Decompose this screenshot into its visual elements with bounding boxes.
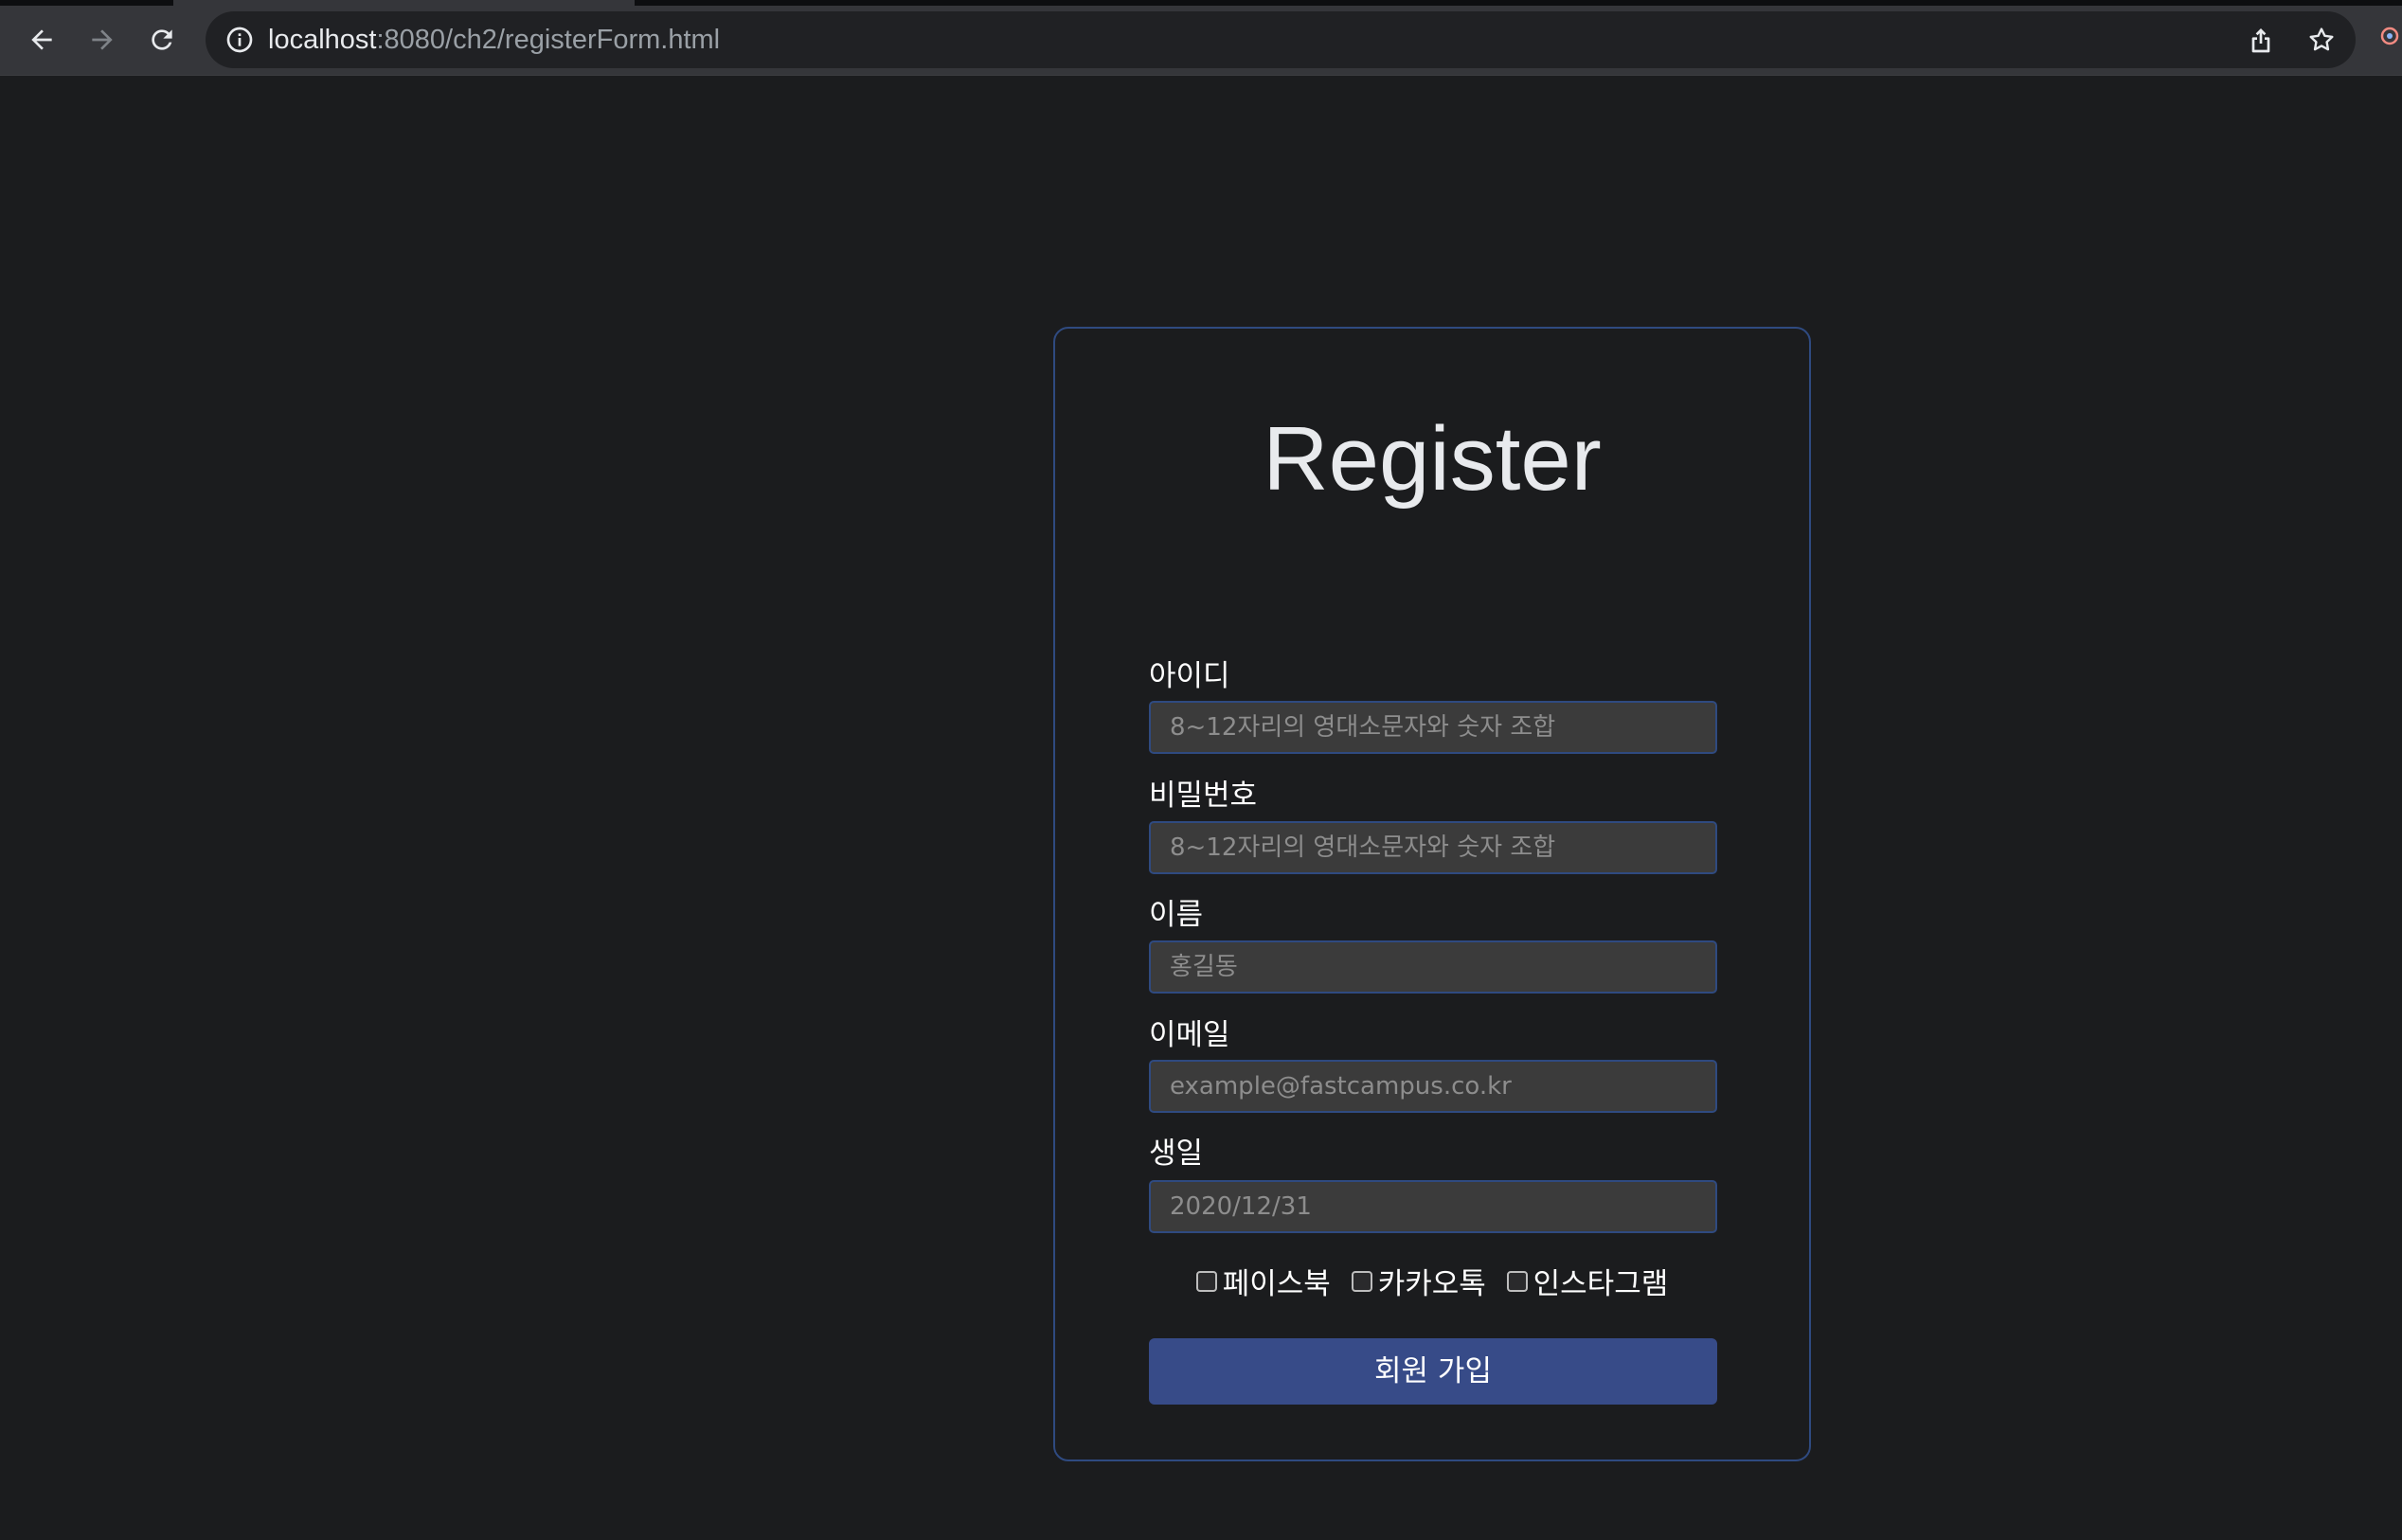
back-button[interactable] <box>19 17 64 63</box>
active-tab[interactable] <box>173 0 635 6</box>
page-title: Register <box>1263 408 1602 510</box>
reload-button[interactable] <box>139 17 185 63</box>
browser-toolbar: localhost:8080/ch2/registerForm.html <box>0 0 2402 76</box>
checkbox-instagram[interactable]: 인스타그램 <box>1506 1260 1669 1302</box>
tab-strip <box>0 0 2402 6</box>
id-label: 아이디 <box>1149 659 1230 693</box>
name-input[interactable] <box>1149 940 1717 994</box>
id-input[interactable] <box>1149 701 1717 754</box>
star-icon[interactable] <box>2306 25 2337 55</box>
email-input[interactable] <box>1149 1060 1717 1113</box>
info-icon[interactable] <box>224 25 255 55</box>
url-path: :8080/ch2/registerForm.html <box>376 25 721 55</box>
forward-button[interactable] <box>80 17 125 63</box>
forward-arrow-icon <box>92 29 113 50</box>
checkbox-kakaotalk-label: 카카오톡 <box>1377 1267 1486 1301</box>
register-submit-button[interactable]: 회원 가입 <box>1149 1338 1717 1405</box>
password-input[interactable] <box>1149 821 1717 874</box>
checkbox-facebook-label: 페이스북 <box>1222 1267 1331 1301</box>
register-card: Register 아이디 비밀번호 이름 이메일 생일 페이스북 카카오톡 인스… <box>1053 327 1811 1461</box>
url-host: localhost <box>268 25 377 55</box>
checkbox-kakaotalk-box[interactable] <box>1351 1270 1372 1292</box>
checkbox-instagram-box[interactable] <box>1506 1270 1528 1292</box>
email-label: 이메일 <box>1149 1018 1230 1052</box>
birthday-input[interactable] <box>1149 1180 1717 1233</box>
checkbox-facebook[interactable]: 페이스북 <box>1195 1260 1331 1302</box>
birthday-label: 생일 <box>1149 1137 1204 1171</box>
checkbox-instagram-label: 인스타그램 <box>1533 1267 1669 1301</box>
extension-icon[interactable] <box>2377 23 2402 53</box>
checkbox-kakaotalk[interactable]: 카카오톡 <box>1351 1260 1486 1302</box>
sns-checkbox-group: 페이스북 카카오톡 인스타그램 <box>1055 1260 1809 1302</box>
password-label: 비밀번호 <box>1149 779 1258 813</box>
share-icon[interactable] <box>2246 25 2276 55</box>
url-text[interactable]: localhost:8080/ch2/registerForm.html <box>268 11 720 68</box>
address-bar[interactable]: localhost:8080/ch2/registerForm.html <box>206 11 2356 68</box>
reload-icon <box>152 29 172 50</box>
back-arrow-icon <box>31 29 52 50</box>
name-label: 이름 <box>1149 898 1204 932</box>
checkbox-facebook-box[interactable] <box>1195 1270 1217 1292</box>
